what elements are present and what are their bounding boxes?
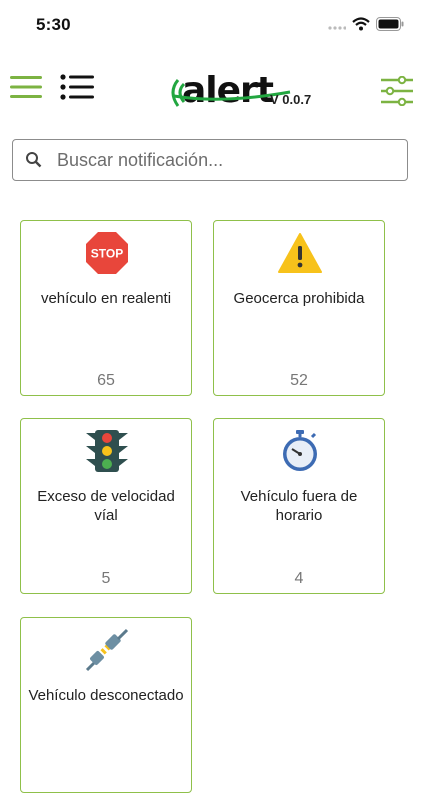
svg-text:STOP: STOP bbox=[91, 247, 123, 261]
status-time: 5:30 bbox=[36, 15, 71, 34]
status-icons bbox=[328, 13, 404, 35]
battery-icon bbox=[376, 17, 404, 31]
card-label: vehículo en realenti bbox=[40, 290, 172, 307]
app-version: V 0.0.7 bbox=[270, 92, 312, 107]
card-count: 52 bbox=[290, 372, 308, 389]
card-count: 5 bbox=[101, 570, 111, 587]
card-label: Vehículo desconectado bbox=[28, 687, 184, 704]
card-count: 4 bbox=[294, 570, 304, 587]
warning-icon bbox=[278, 233, 322, 273]
card-label: Exceso de velocidad víal bbox=[37, 488, 175, 524]
search-bar[interactable] bbox=[12, 139, 408, 181]
notification-card-disconnected[interactable]: Vehículo desconectado bbox=[20, 617, 192, 793]
card-label: Vehículo fuera de horario bbox=[240, 488, 358, 524]
filter-settings-icon[interactable] bbox=[380, 75, 414, 107]
stop-sign-icon: STOP bbox=[86, 232, 128, 274]
app-logo: alert V 0.0.7 bbox=[164, 70, 314, 116]
list-view-icon[interactable] bbox=[60, 74, 94, 100]
card-label: Geocerca prohibida bbox=[233, 290, 365, 307]
search-input[interactable] bbox=[55, 148, 407, 172]
wifi-icon bbox=[352, 17, 370, 31]
notification-card-geofence[interactable]: Geocerca prohibida 52 bbox=[213, 220, 385, 396]
traffic-light-icon bbox=[86, 430, 128, 472]
notification-card-speeding[interactable]: Exceso de velocidad víal 5 bbox=[20, 418, 192, 594]
signal-icon bbox=[328, 26, 346, 30]
plug-icon bbox=[85, 628, 129, 672]
notification-card-idle[interactable]: STOP vehículo en realenti 65 bbox=[20, 220, 192, 396]
search-icon bbox=[26, 152, 42, 168]
card-count: 65 bbox=[97, 372, 115, 389]
hamburger-menu-icon[interactable] bbox=[10, 74, 42, 100]
notification-card-off-hours[interactable]: Vehículo fuera de horario 4 bbox=[213, 418, 385, 594]
stopwatch-icon bbox=[283, 430, 317, 471]
